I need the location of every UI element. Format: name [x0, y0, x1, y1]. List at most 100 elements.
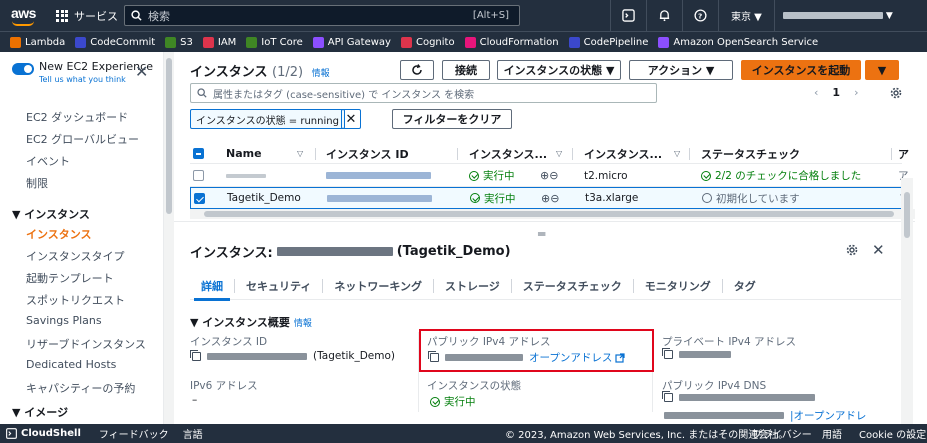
remove-filter-icon[interactable]: ✕ [341, 109, 361, 129]
row-status-check[interactable]: 2/2 のチェックに合格しました [701, 168, 861, 183]
services-menu-button[interactable]: サービス [56, 8, 118, 24]
select-all-checkbox[interactable] [193, 148, 204, 159]
account-menu[interactable]: ▼ [773, 0, 901, 31]
sidebar-item[interactable]: 起動テンプレート [26, 270, 114, 286]
close-icon[interactable]: ✕ [872, 241, 885, 259]
terms-link[interactable]: 用語 [822, 426, 842, 441]
table-row[interactable]: 実行中 ⊕⊖ t2.micro 2/2 のチェックに合格しました ア [190, 165, 909, 187]
tab-6[interactable]: タグ [723, 278, 767, 294]
favorite-codecommit[interactable]: CodeCommit [75, 36, 155, 48]
actions-button[interactable]: アクション ▼ [629, 60, 733, 80]
sidebar-item[interactable]: EC2 ダッシュボード [26, 109, 128, 125]
tab-1[interactable]: セキュリティ [235, 278, 322, 294]
copy-icon[interactable] [662, 348, 673, 359]
row-instance-id-redacted[interactable] [327, 194, 432, 202]
row-checkbox[interactable] [194, 192, 205, 204]
row-instance-id-redacted[interactable] [326, 172, 431, 179]
copy-icon[interactable] [662, 391, 673, 402]
toggle-switch[interactable] [12, 63, 34, 75]
column-alarm[interactable]: ア [898, 146, 909, 162]
cloudshell-button[interactable]: CloudShell [6, 428, 81, 439]
copy-icon[interactable] [190, 349, 201, 361]
open-address-link-2[interactable]: |オープンアドレ [790, 408, 866, 423]
cookie-settings-link[interactable]: Cookie の設定 [859, 426, 926, 441]
privacy-link[interactable]: プライバシー [752, 426, 812, 441]
favorite-api-gateway[interactable]: API Gateway [312, 36, 391, 48]
split-panel-drag-handle[interactable]: ═ [538, 227, 545, 241]
instance-state-button[interactable]: インスタンスの状態 ▼ [497, 60, 621, 80]
favorite-iot-core[interactable]: IoT Core [246, 36, 303, 48]
info-link[interactable]: 情報 [312, 69, 330, 79]
info-link[interactable]: 情報 [294, 319, 312, 329]
new-experience-toggle[interactable]: New EC2 Experience Tell us what you thin… [12, 60, 153, 86]
favorite-lambda[interactable]: Lambda [10, 36, 65, 48]
sidebar-section-instances[interactable]: ▼ インスタンス [12, 206, 90, 222]
favorite-codepipeline[interactable]: CodePipeline [568, 36, 648, 48]
sidebar-item[interactable]: EC2 グローバルビュー [26, 131, 139, 147]
tab-2[interactable]: ネットワーキング [323, 278, 433, 294]
sidebar-item[interactable]: スポットリクエスト [26, 292, 125, 308]
zoom-icons[interactable]: ⊕⊖ [541, 192, 559, 205]
instance-summary-header[interactable]: ▼ インスタンス概要 情報 [190, 314, 312, 330]
cloudshell-label: CloudShell [21, 428, 81, 439]
sidebar-scrollbar[interactable] [164, 52, 174, 424]
column-instance-type[interactable]: インスタンス... [584, 146, 662, 162]
row-checkbox[interactable] [193, 170, 204, 181]
aws-logo-text: aws [11, 4, 36, 21]
favorite-cognito[interactable]: Cognito [400, 36, 455, 48]
page-number[interactable]: 1 [832, 86, 840, 99]
tab-5[interactable]: モニタリング [634, 278, 722, 294]
help-icon[interactable]: ? [682, 0, 718, 31]
language-link[interactable]: 言語 [183, 426, 203, 441]
clear-filters-button[interactable]: フィルターをクリア [392, 109, 512, 129]
launch-dropdown-button[interactable]: ▼ [865, 60, 899, 80]
sidebar-item[interactable]: イベント [26, 153, 70, 169]
favorite-s3[interactable]: S3 [165, 36, 193, 48]
sidebar-item[interactable]: Savings Plans [26, 314, 102, 327]
close-icon[interactable]: ✕ [135, 62, 148, 81]
column-name[interactable]: Name [226, 147, 262, 160]
region-selector[interactable]: 東京 ▼ [718, 0, 774, 31]
column-status-check[interactable]: ステータスチェック [701, 146, 800, 162]
settings-icon[interactable] [890, 87, 902, 99]
bell-icon[interactable] [646, 0, 682, 31]
service-icon [568, 36, 580, 48]
instance-state-value: 実行中 [430, 394, 476, 409]
table-row-selected[interactable]: Tagetik_Demo 実行中 ⊕⊖ t3a.xlarge 初期化しています … [190, 187, 910, 209]
column-instance-id[interactable]: インスタンス ID [326, 146, 409, 162]
feedback-link[interactable]: フィードバック [99, 426, 169, 441]
tab-4[interactable]: ステータスチェック [512, 278, 633, 294]
favorite-cloudformation[interactable]: CloudFormation [464, 36, 559, 48]
row-name-redacted [226, 173, 266, 178]
instance-filter-input[interactable]: 属性またはタグ (case-sensitive) で インスタンス を検索 [190, 83, 657, 103]
connect-button[interactable]: 接続 [442, 60, 490, 80]
favorite-iam[interactable]: IAM [202, 36, 236, 48]
detail-scrollbar[interactable] [901, 178, 913, 424]
table-horizontal-scrollbar[interactable] [190, 209, 915, 219]
zoom-icons[interactable]: ⊕⊖ [540, 169, 558, 182]
sidebar-item[interactable]: Dedicated Hosts [26, 358, 116, 371]
sidebar-section-images[interactable]: ▼ イメージ [12, 404, 68, 420]
sidebar-item[interactable]: インスタンスタイプ [26, 248, 125, 264]
next-page-icon[interactable]: › [854, 86, 858, 99]
sidebar-item[interactable]: リザーブドインスタンス [26, 336, 146, 352]
service-icon [464, 36, 476, 48]
launch-instance-button[interactable]: インスタンスを起動 [741, 60, 861, 80]
sort-icon[interactable]: ▽ [556, 149, 562, 158]
favorite-amazon-opensearch-service[interactable]: Amazon OpenSearch Service [658, 36, 818, 48]
column-instance-state[interactable]: インスタンス... [469, 146, 547, 162]
row-status-check: 初期化しています [702, 191, 800, 206]
global-search[interactable]: 検索 [Alt+S] [124, 5, 520, 26]
refresh-button[interactable] [400, 60, 434, 80]
sidebar-item[interactable]: キャパシティーの予約 [26, 380, 135, 396]
tab-0[interactable]: 詳細 [190, 278, 234, 301]
sidebar-item[interactable]: 制限 [26, 175, 48, 191]
prev-page-icon[interactable]: ‹ [814, 86, 818, 99]
tab-3[interactable]: ストレージ [434, 278, 511, 294]
sort-icon[interactable]: ▽ [297, 149, 303, 158]
sort-icon[interactable]: ▽ [674, 149, 680, 158]
cloudshell-icon[interactable] [610, 0, 646, 31]
aws-logo[interactable]: aws [8, 4, 42, 28]
settings-icon[interactable] [846, 244, 858, 256]
sidebar-item-active[interactable]: インスタンス [26, 226, 92, 242]
